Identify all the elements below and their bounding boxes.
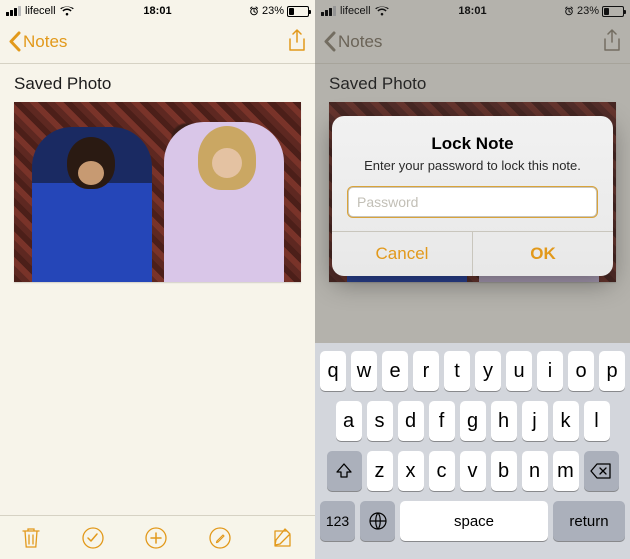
key-c[interactable]: c	[429, 451, 455, 491]
key-j[interactable]: j	[522, 401, 548, 441]
key-m[interactable]: m	[553, 451, 579, 491]
note-photo[interactable]	[14, 102, 301, 282]
backspace-key[interactable]	[584, 451, 619, 491]
cancel-button[interactable]: Cancel	[332, 232, 472, 276]
key-z[interactable]: z	[367, 451, 393, 491]
key-q[interactable]: q	[320, 351, 346, 391]
key-x[interactable]: x	[398, 451, 424, 491]
key-b[interactable]: b	[491, 451, 517, 491]
globe-icon	[368, 511, 388, 531]
space-key[interactable]: space	[400, 501, 548, 541]
key-i[interactable]: i	[537, 351, 563, 391]
note-title: Saved Photo	[14, 74, 301, 94]
add-attachment-icon[interactable]	[144, 526, 168, 550]
key-v[interactable]: v	[460, 451, 486, 491]
key-t[interactable]: t	[444, 351, 470, 391]
key-d[interactable]: d	[398, 401, 424, 441]
share-icon[interactable]	[287, 29, 307, 54]
checklist-icon[interactable]	[81, 526, 105, 550]
shift-icon	[335, 463, 353, 479]
key-f[interactable]: f	[429, 401, 455, 441]
key-n[interactable]: n	[522, 451, 548, 491]
shift-key[interactable]	[327, 451, 362, 491]
nav-bar: Notes	[315, 20, 630, 64]
note-title: Saved Photo	[329, 74, 616, 94]
keyboard[interactable]: qwertyuiop asdfghjkl zxcvbnm 123 space r…	[315, 343, 630, 559]
screen-notes: lifecell 18:01 23% Notes Saved Photo	[0, 0, 315, 559]
battery-icon	[602, 6, 624, 17]
backspace-icon	[590, 463, 612, 479]
key-u[interactable]: u	[506, 351, 532, 391]
trash-icon[interactable]	[20, 526, 42, 550]
status-bar: lifecell 18:01 23%	[315, 0, 630, 20]
compose-icon[interactable]	[271, 526, 295, 550]
status-bar: lifecell 18:01 23%	[0, 0, 315, 20]
chevron-left-icon	[323, 31, 336, 52]
globe-key[interactable]	[360, 501, 395, 541]
bottom-toolbar	[0, 515, 315, 559]
password-input[interactable]	[348, 187, 597, 217]
key-p[interactable]: p	[599, 351, 625, 391]
key-l[interactable]: l	[584, 401, 610, 441]
clock: 18:01	[0, 5, 315, 17]
back-button: Notes	[323, 31, 382, 52]
battery-icon	[287, 6, 309, 17]
key-g[interactable]: g	[460, 401, 486, 441]
ok-button[interactable]: OK	[472, 232, 613, 276]
key-a[interactable]: a	[336, 401, 362, 441]
numbers-key[interactable]: 123	[320, 501, 355, 541]
key-r[interactable]: r	[413, 351, 439, 391]
sketch-icon[interactable]	[208, 526, 232, 550]
key-o[interactable]: o	[568, 351, 594, 391]
clock: 18:01	[315, 5, 630, 17]
key-y[interactable]: y	[475, 351, 501, 391]
key-e[interactable]: e	[382, 351, 408, 391]
note-body[interactable]: Saved Photo	[0, 64, 315, 292]
return-key[interactable]: return	[553, 501, 625, 541]
back-button[interactable]: Notes	[8, 31, 67, 52]
key-w[interactable]: w	[351, 351, 377, 391]
chevron-left-icon	[8, 31, 21, 52]
key-k[interactable]: k	[553, 401, 579, 441]
key-s[interactable]: s	[367, 401, 393, 441]
alert-title: Lock Note	[348, 134, 597, 154]
back-label: Notes	[338, 32, 382, 52]
lock-note-alert: Lock Note Enter your password to lock th…	[332, 116, 613, 276]
nav-bar: Notes	[0, 20, 315, 64]
back-label: Notes	[23, 32, 67, 52]
share-icon	[602, 29, 622, 54]
screen-lock-dialog: lifecell 18:01 23% Notes Saved Photo	[315, 0, 630, 559]
key-h[interactable]: h	[491, 401, 517, 441]
alert-message: Enter your password to lock this note.	[348, 158, 597, 173]
